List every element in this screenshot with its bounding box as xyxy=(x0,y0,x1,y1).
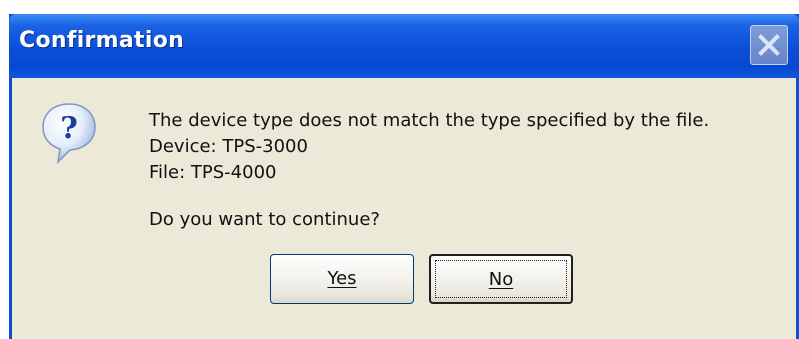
message-line-1: The device type does not match the type … xyxy=(149,110,710,131)
dialog-body: ? The device type does not match the typ… xyxy=(12,78,796,339)
question-text: Do you want to continue? xyxy=(149,209,380,230)
close-button[interactable] xyxy=(750,25,788,65)
title-bar[interactable]: Confirmation xyxy=(9,14,799,78)
close-icon xyxy=(758,34,780,56)
no-button[interactable]: No xyxy=(429,254,573,304)
svg-text:?: ? xyxy=(60,111,78,146)
yes-button-label: Yes xyxy=(327,268,357,289)
question-icon: ? xyxy=(42,103,96,165)
no-button-label: No xyxy=(488,269,514,290)
message-line-device: Device: TPS-3000 xyxy=(149,136,308,157)
yes-button[interactable]: Yes xyxy=(270,254,414,304)
message-line-file: File: TPS-4000 xyxy=(149,162,277,183)
dialog-title: Confirmation xyxy=(19,28,185,53)
confirmation-dialog: Confirmation ? The device type does not … xyxy=(9,14,799,339)
